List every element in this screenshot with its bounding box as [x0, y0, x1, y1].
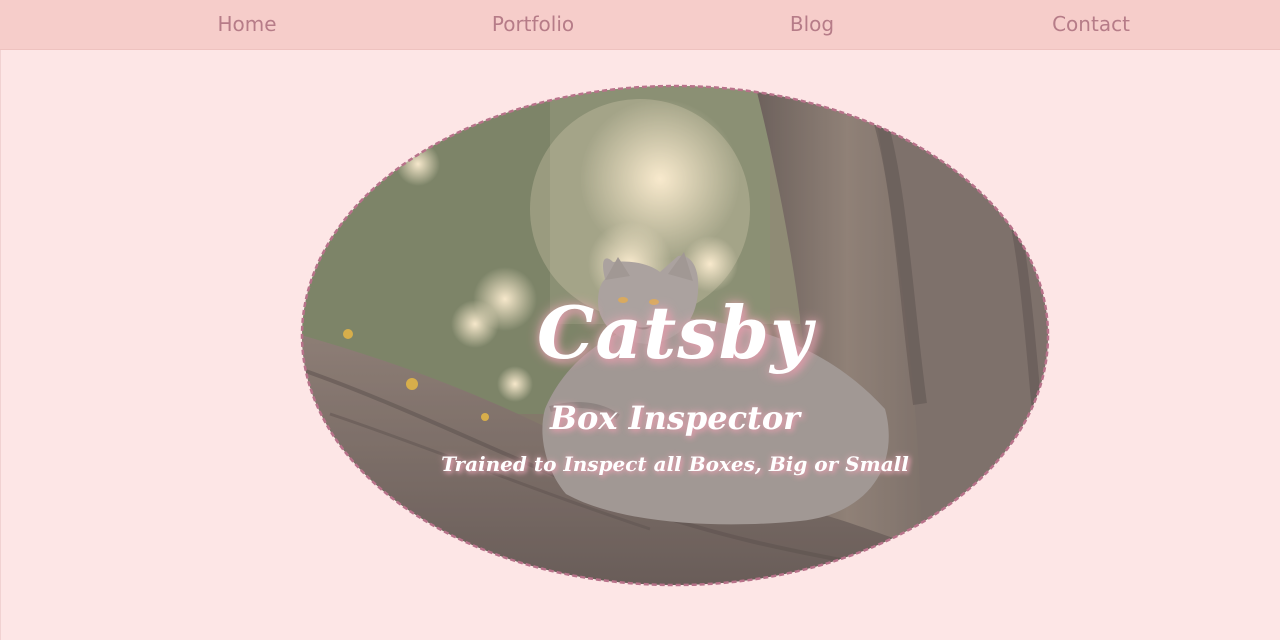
nav-link-contact[interactable]: Contact: [1052, 12, 1130, 36]
nav-link-blog[interactable]: Blog: [790, 12, 834, 36]
hero-tagline: Trained to Inspect all Boxes, Big or Sma…: [441, 452, 909, 476]
nav-link-portfolio[interactable]: Portfolio: [492, 12, 574, 36]
hero-section: Catsby Box Inspector Trained to Inspect …: [300, 84, 1050, 587]
top-navigation: Home Portfolio Blog Contact: [0, 0, 1280, 50]
page-left-edge: [0, 50, 1, 640]
nav-link-home[interactable]: Home: [217, 12, 276, 36]
hero-text: Catsby Box Inspector Trained to Inspect …: [300, 84, 1050, 587]
hero-title: Catsby: [537, 290, 813, 375]
hero-subtitle: Box Inspector: [549, 399, 801, 437]
